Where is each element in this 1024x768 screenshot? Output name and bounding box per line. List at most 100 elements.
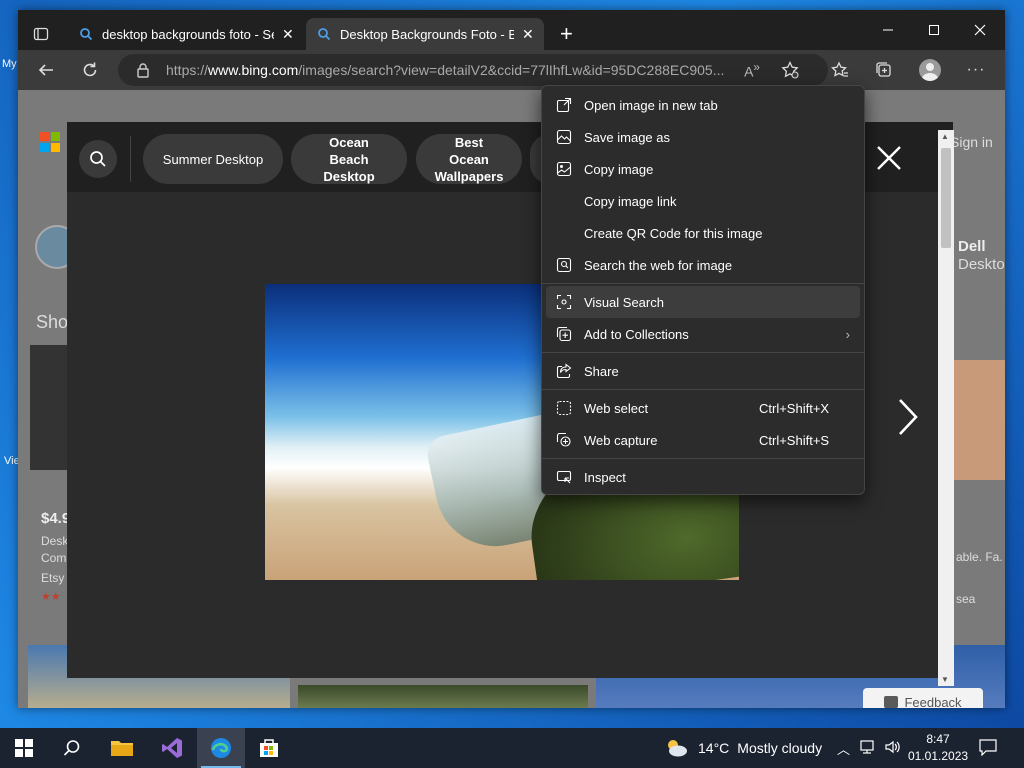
menu-item-copy-image-link[interactable]: Copy image link	[542, 185, 864, 217]
menu-item-open-image-new-tab[interactable]: Open image in new tab	[542, 89, 864, 121]
new-tab-button[interactable]: +	[550, 18, 583, 50]
visual-studio-icon	[162, 738, 182, 758]
tab-actions-button[interactable]	[26, 18, 56, 50]
favorites-icon	[831, 61, 848, 77]
related-search-button[interactable]	[79, 140, 117, 178]
menu-separator	[542, 352, 864, 353]
menu-item-inspect[interactable]: Inspect	[542, 461, 864, 493]
related-search-chip[interactable]: Best Ocean Wallpapers	[416, 134, 522, 184]
maximize-button[interactable]	[911, 18, 957, 42]
clock-date: 01.01.2023	[908, 749, 969, 763]
star-add-icon	[781, 61, 799, 79]
desktop-icon-label-my[interactable]: My	[2, 58, 17, 70]
start-button[interactable]	[0, 728, 48, 768]
network-icon[interactable]	[860, 739, 878, 758]
scrollbar-thumb[interactable]	[941, 148, 951, 248]
menu-item-label: Web select	[584, 400, 649, 416]
chip-label: Ocean Beach Desktop	[323, 134, 375, 184]
close-viewer-icon[interactable]	[875, 144, 903, 172]
menu-item-save-image[interactable]: Save image as	[542, 121, 864, 153]
menu-item-label: Add to Collections	[584, 326, 689, 342]
feedback-button[interactable]: Feedback	[863, 688, 983, 708]
clock-time: 8:47	[926, 732, 950, 746]
close-tab-icon[interactable]: ✕	[282, 26, 294, 43]
maximize-icon	[929, 25, 939, 35]
read-aloud-icon: A»	[744, 60, 760, 80]
next-image-button[interactable]	[893, 392, 923, 442]
tray-chevron-icon[interactable]: ︿	[837, 739, 850, 758]
url-path: /images/search?view=detailV2&ccid=77lIhf…	[298, 62, 725, 78]
scroll-up-icon[interactable]: ▲	[941, 132, 949, 141]
shortcut-text: Ctrl+Shift+X	[759, 400, 830, 416]
tab-actions-icon	[33, 27, 49, 41]
weather-widget[interactable]: 14°C Mostly cloudy	[662, 728, 822, 768]
url-field[interactable]: https://www.bing.com/images/search?view=…	[118, 54, 828, 86]
notifications-button[interactable]	[978, 738, 1002, 758]
tab-bing-images[interactable]: Desktop Backgrounds Foto - Bing ✕	[306, 18, 544, 50]
refresh-icon	[83, 62, 97, 77]
rating-stars: ★★	[41, 591, 61, 603]
favorites-button[interactable]	[824, 54, 856, 86]
related-search-chip[interactable]: Summer Desktop	[143, 134, 283, 184]
menu-item-copy-image[interactable]: Copy image	[542, 153, 864, 185]
chip-label: Best Ocean Wallpapers	[434, 134, 504, 184]
price-text: $4.9	[41, 510, 71, 527]
edge-taskbar-button[interactable]	[197, 728, 245, 768]
system-clock[interactable]: 8:47 01.01.2023	[908, 731, 968, 765]
menu-item-share[interactable]: Share	[542, 355, 864, 387]
menu-item-visual-search[interactable]: Visual Search	[546, 286, 860, 318]
menu-item-label: Inspect	[584, 469, 626, 485]
address-bar-row: https://www.bing.com/images/search?view=…	[18, 50, 1005, 90]
add-favorite-button[interactable]	[774, 54, 806, 86]
taskbar-search-button[interactable]	[48, 728, 96, 768]
menu-item-label: Share	[584, 363, 619, 379]
menu-item-web-select[interactable]: Web select Ctrl+Shift+X	[542, 392, 864, 424]
profile-button[interactable]	[914, 54, 946, 86]
right-brand-1: Dell	[958, 238, 986, 255]
feedback-label: Feedback	[904, 694, 962, 709]
product-desc-1: Desk	[41, 534, 69, 548]
product-image[interactable]	[30, 345, 70, 470]
thumbnail-image[interactable]	[298, 685, 588, 708]
seller-text: Etsy	[41, 571, 65, 585]
settings-more-button[interactable]: ···	[960, 54, 992, 86]
collections-button[interactable]	[868, 54, 900, 86]
save-image-icon	[556, 129, 572, 145]
refresh-button[interactable]	[74, 54, 106, 86]
visual-studio-button[interactable]	[148, 728, 196, 768]
cloudy-weather-icon	[668, 740, 687, 757]
read-aloud-button[interactable]: A»	[736, 54, 768, 86]
tab-search-results[interactable]: desktop backgrounds foto - Sear ✕	[68, 18, 304, 50]
tab-title: desktop backgrounds foto - Sear	[102, 26, 274, 42]
open-in-new-tab-icon	[556, 97, 572, 113]
right-seller: sea	[956, 592, 976, 606]
volume-icon[interactable]	[884, 739, 902, 758]
bing-search-icon	[316, 26, 332, 42]
back-button[interactable]	[30, 54, 62, 86]
store-button[interactable]	[245, 728, 293, 768]
menu-item-label: Save image as	[584, 129, 670, 145]
more-icon: ···	[966, 61, 986, 78]
scroll-down-icon[interactable]: ▼	[941, 675, 949, 684]
file-explorer-button[interactable]	[98, 728, 146, 768]
chip-label: Summer Desktop	[162, 151, 264, 167]
viewer-scrollbar[interactable]: ▲ ▼	[938, 130, 954, 686]
chevron-right-icon	[899, 399, 918, 435]
menu-item-label: Copy image	[584, 161, 654, 177]
menu-item-web-capture[interactable]: Web capture Ctrl+Shift+S	[542, 424, 864, 456]
minimize-icon	[883, 29, 893, 31]
menu-item-add-to-collections[interactable]: Add to Collections ›	[542, 318, 864, 350]
close-tab-icon[interactable]: ✕	[522, 26, 534, 43]
minimize-button[interactable]	[865, 18, 911, 42]
right-brand-2: Deskto	[958, 256, 1005, 273]
microsoft-logo[interactable]	[40, 132, 60, 152]
product-image[interactable]	[954, 360, 1005, 480]
menu-item-create-qr-code[interactable]: Create QR Code for this image	[542, 217, 864, 249]
taskbar: 14°C Mostly cloudy ︿ 8:47 01.01.2023	[0, 728, 1024, 768]
tab-title: Desktop Backgrounds Foto - Bing	[340, 26, 514, 42]
sign-in-link[interactable]: Sign in	[950, 134, 993, 150]
menu-item-search-web-image[interactable]: Search the web for image	[542, 249, 864, 281]
menu-separator	[542, 458, 864, 459]
close-window-button[interactable]	[957, 18, 1003, 42]
related-search-chip[interactable]: Ocean Beach Desktop	[291, 134, 407, 184]
